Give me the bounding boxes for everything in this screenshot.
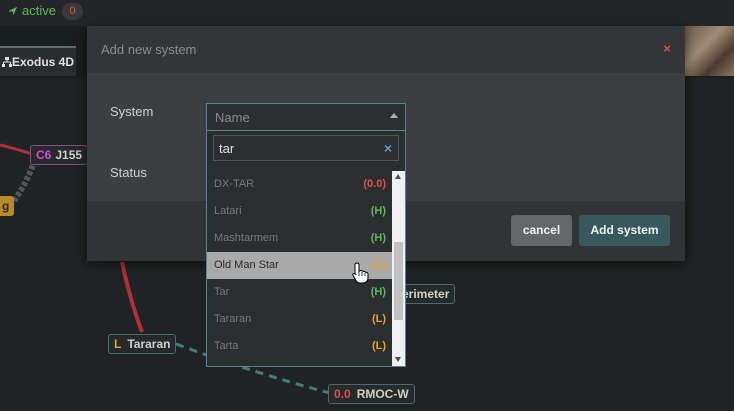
status-label: Status [110, 165, 147, 180]
result-security: (H) [370, 232, 386, 244]
result-name: Tararan [214, 313, 252, 325]
connection-line [0, 143, 33, 156]
result-security: (L) [371, 259, 386, 271]
node-name: g [2, 199, 10, 213]
select-placeholder: Name [215, 110, 250, 125]
system-dropdown: × DX-TAR (0.0) Latari (H) Mashtarmem (H)… [206, 131, 406, 367]
node-class: C6 [36, 148, 52, 162]
cancel-button[interactable]: cancel [511, 215, 572, 246]
result-security: (L) [371, 313, 386, 325]
result-name: DX-TAR [214, 178, 255, 190]
node-name: J155 [55, 148, 83, 162]
dialog-header: Add new system × [87, 26, 685, 73]
result-name: Old Man Star [214, 259, 279, 271]
dialog-title: Add new system [101, 42, 197, 57]
scroll-thumb[interactable] [394, 242, 403, 320]
clear-icon[interactable]: × [384, 140, 392, 156]
result-name: Latari [214, 205, 242, 217]
result-item[interactable]: Mashtarmem (H) [207, 225, 392, 252]
node-security: L [114, 337, 122, 351]
system-node-j155[interactable]: C6 J155 [30, 145, 89, 165]
search-field[interactable]: × [213, 135, 399, 161]
add-system-button[interactable]: Add system [579, 215, 670, 246]
node-security: 0.0 [334, 387, 351, 401]
result-security: (H) [370, 286, 386, 298]
system-label: System [110, 104, 154, 119]
node-name: erimeter [402, 287, 450, 301]
scrollbar[interactable] [392, 171, 405, 366]
search-input[interactable] [214, 136, 374, 160]
result-item[interactable]: Tarta (L) [207, 333, 392, 360]
result-name: Mashtarmem [214, 232, 279, 244]
system-select[interactable]: Name [206, 103, 406, 131]
result-item[interactable]: Latari (H) [207, 198, 392, 225]
result-security: (H) [370, 205, 386, 217]
result-security: (L) [371, 340, 386, 352]
result-item[interactable]: DX-TAR (0.0) [207, 171, 392, 198]
connection-line [120, 261, 144, 333]
result-item[interactable]: Tararan (L) [207, 306, 392, 333]
result-name: Tar [214, 286, 230, 298]
system-node-partial[interactable]: g [0, 196, 15, 216]
result-name: Tarta [214, 340, 239, 352]
scroll-up-icon[interactable] [395, 174, 401, 179]
chevron-up-icon [390, 113, 398, 118]
system-node-rmoc-w[interactable]: 0.0 RMOC-W [328, 384, 415, 404]
node-name: Tararan [127, 337, 171, 351]
hand-pointer-icon [352, 262, 369, 284]
result-security: (0.0) [363, 178, 386, 190]
node-name: RMOC-W [356, 387, 409, 401]
system-node-tararan[interactable]: L Tararan [108, 334, 177, 354]
close-icon[interactable]: × [663, 41, 671, 56]
scroll-down-icon[interactable] [395, 357, 401, 362]
